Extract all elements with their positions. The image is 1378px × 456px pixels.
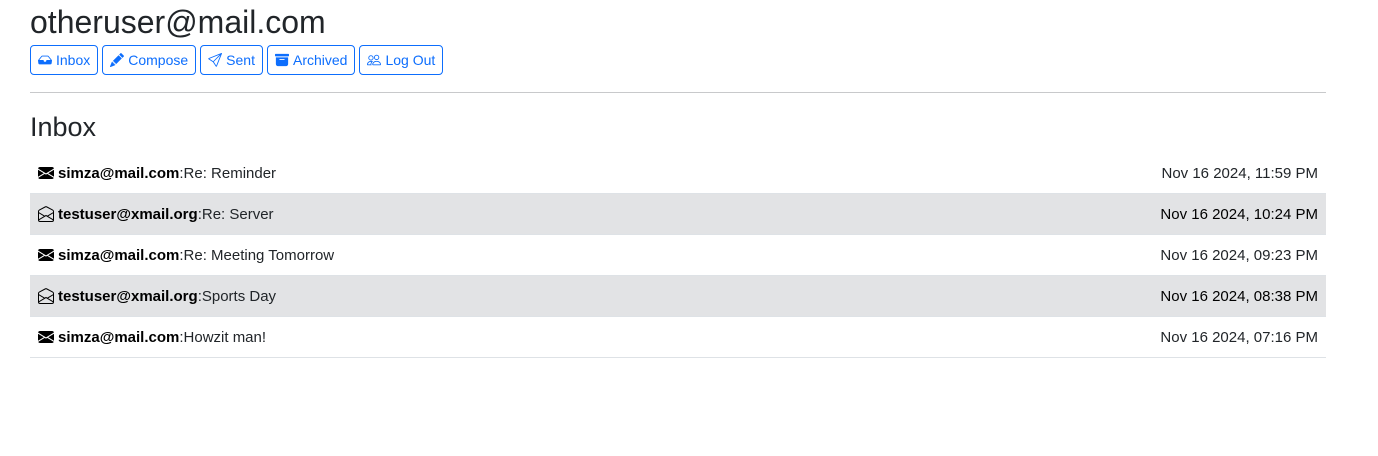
mail-app: otheruser@mail.com Inbox Compose Sent Ar…	[30, 0, 1326, 358]
email-sender: simza@mail.com	[58, 246, 180, 264]
pencil-icon	[110, 53, 125, 67]
email-subject: Re: Reminder	[183, 164, 277, 182]
envelope-closed-icon	[38, 165, 58, 181]
user-email-title: otheruser@mail.com	[30, 4, 326, 40]
send-icon	[208, 53, 223, 67]
inbox-button-label: Inbox	[56, 52, 91, 68]
archived-button[interactable]: Archived	[266, 45, 356, 75]
email-timestamp: Nov 16 2024, 08:38 PM	[1160, 287, 1318, 305]
email-sender: simza@mail.com	[58, 328, 180, 346]
email-row[interactable]: simza@mail.com: Re: Reminder Nov 16 2024…	[30, 153, 1326, 194]
envelope-closed-icon	[38, 329, 58, 345]
email-row[interactable]: testuser@xmail.org: Sports Day Nov 16 20…	[30, 276, 1326, 317]
email-sender: testuser@xmail.org	[58, 205, 198, 223]
header-divider	[30, 92, 1326, 93]
archive-icon	[274, 53, 289, 67]
email-list: simza@mail.com: Re: Reminder Nov 16 2024…	[30, 153, 1326, 358]
envelope-open-icon	[38, 288, 58, 304]
email-subject: Re: Meeting Tomorrow	[183, 246, 335, 264]
email-subject: Sports Day	[201, 287, 277, 305]
email-sender: testuser@xmail.org	[58, 287, 198, 305]
nav-bar: Inbox Compose Sent Archived Log Out	[30, 45, 1326, 75]
inbox-icon	[38, 53, 52, 67]
email-row-content: simza@mail.com: Re: Meeting Tomorrow	[38, 247, 334, 264]
email-row[interactable]: simza@mail.com: Howzit man! Nov 16 2024,…	[30, 317, 1326, 358]
archived-button-label: Archived	[292, 52, 348, 68]
email-row-content: testuser@xmail.org: Sports Day	[38, 288, 276, 305]
email-timestamp: Nov 16 2024, 11:59 PM	[1161, 164, 1319, 182]
email-sender: simza@mail.com	[58, 164, 180, 182]
inbox-button[interactable]: Inbox	[30, 45, 99, 75]
email-timestamp: Nov 16 2024, 07:16 PM	[1160, 328, 1318, 346]
email-row[interactable]: simza@mail.com: Re: Meeting Tomorrow Nov…	[30, 235, 1326, 276]
logout-button-label: Log Out	[385, 52, 436, 68]
page-title: Inbox	[30, 112, 97, 142]
envelope-closed-icon	[38, 247, 58, 263]
email-row-content: simza@mail.com: Re: Reminder	[38, 165, 276, 182]
people-icon	[367, 53, 382, 67]
email-row[interactable]: testuser@xmail.org: Re: Server Nov 16 20…	[30, 194, 1326, 235]
email-timestamp: Nov 16 2024, 09:23 PM	[1160, 246, 1318, 264]
email-row-content: testuser@xmail.org: Re: Server	[38, 206, 274, 223]
compose-button-label: Compose	[128, 52, 189, 68]
compose-button[interactable]: Compose	[102, 45, 197, 75]
sent-button-label: Sent	[226, 52, 255, 68]
sent-button[interactable]: Sent	[200, 45, 263, 75]
logout-button[interactable]: Log Out	[359, 45, 444, 75]
email-timestamp: Nov 16 2024, 10:24 PM	[1160, 205, 1318, 223]
envelope-open-icon	[38, 206, 58, 222]
email-subject: Howzit man!	[183, 328, 267, 346]
email-subject: Re: Server	[201, 205, 274, 223]
email-row-content: simza@mail.com: Howzit man!	[38, 329, 266, 346]
